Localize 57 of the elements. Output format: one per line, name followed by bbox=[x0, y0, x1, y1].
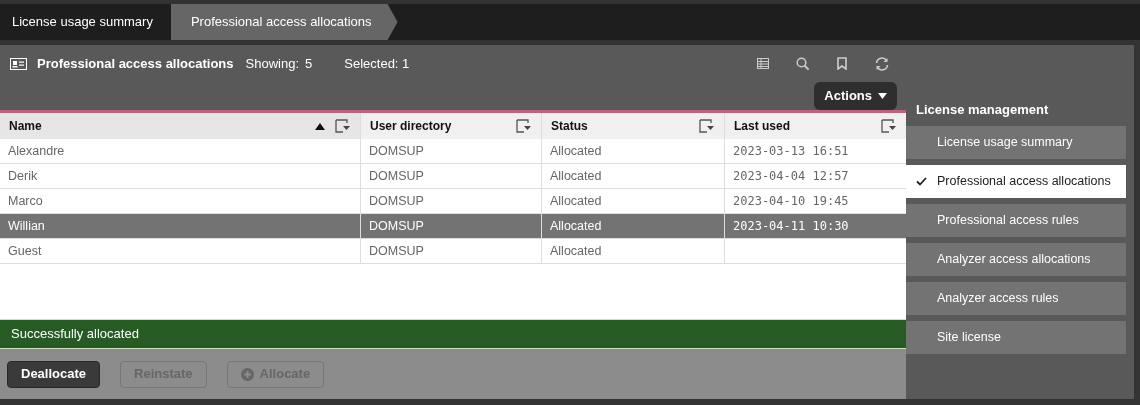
table-cell-text: DOMSUP bbox=[369, 217, 424, 235]
filter-icon[interactable] bbox=[881, 119, 897, 133]
table-row[interactable]: Guest DOMSUP Allocated bbox=[0, 239, 906, 264]
table-cell-text: DOMSUP bbox=[369, 142, 424, 160]
id-card-icon bbox=[10, 57, 27, 70]
panel-title: Professional access allocations bbox=[37, 54, 234, 73]
caret-icon bbox=[878, 93, 887, 99]
table-cell-text: Allocated bbox=[550, 192, 602, 210]
showing-label: Showing: bbox=[245, 54, 300, 73]
table-row[interactable]: Alexandre DOMSUP Allocated 2023-03-13 16:51 bbox=[0, 139, 906, 164]
sidebar-item[interactable]: Professional access allocations bbox=[906, 165, 1126, 198]
search-icon[interactable] bbox=[796, 56, 810, 71]
sidebar-title: License management bbox=[915, 101, 1050, 120]
table-cell-text: Alexandre bbox=[8, 142, 65, 160]
column-label: Last used bbox=[734, 118, 790, 135]
table-cell-text: 2023-04-04 12:57 bbox=[733, 168, 849, 185]
success-message: Successfully allocated bbox=[0, 319, 906, 349]
filter-icon[interactable] bbox=[516, 119, 532, 133]
sidebar-item[interactable]: License usage summary bbox=[906, 126, 1126, 159]
breadcrumb[interactable]: Professional access allocations bbox=[170, 4, 398, 40]
sidebar-item[interactable]: Professional access rules bbox=[906, 204, 1126, 237]
column-header[interactable]: Last used bbox=[725, 113, 906, 139]
table-row[interactable]: Derik DOMSUP Allocated 2023-04-04 12:57 bbox=[0, 164, 906, 189]
table-cell-text: Allocated bbox=[550, 217, 602, 235]
actions-button[interactable]: Actions bbox=[814, 82, 897, 110]
table-cell-text: Derik bbox=[8, 167, 38, 185]
column-label: User directory bbox=[370, 118, 452, 135]
column-label: Name bbox=[9, 118, 42, 135]
plus-icon bbox=[240, 367, 254, 381]
table-cell-text: 2023-03-13 16:51 bbox=[733, 143, 849, 160]
filter-icon[interactable] bbox=[699, 119, 715, 133]
column-label: Status bbox=[551, 118, 588, 135]
table-cell-text: Allocated bbox=[550, 142, 602, 160]
table-cell-text: 2023-04-10 19:45 bbox=[733, 193, 849, 210]
table-row[interactable]: Willian DOMSUP Allocated 2023-04-11 10:30 bbox=[0, 214, 906, 239]
filter-icon[interactable] bbox=[335, 119, 351, 133]
table-cell-text: Guest bbox=[8, 242, 42, 260]
sidebar-item[interactable]: Analyzer access rules bbox=[906, 282, 1126, 315]
table-cell-text: DOMSUP bbox=[369, 192, 424, 210]
table-cell-text: 2023-04-11 10:30 bbox=[733, 218, 849, 235]
table-row[interactable]: Marco DOMSUP Allocated 2023-04-10 19:45 bbox=[0, 189, 906, 214]
check-icon bbox=[916, 177, 927, 186]
action-button[interactable]: Deallocate bbox=[7, 360, 101, 388]
table-cell-text: DOMSUP bbox=[369, 167, 424, 185]
refresh-icon[interactable] bbox=[874, 56, 890, 71]
table-cell-text: Willian bbox=[8, 217, 45, 235]
table-cell-text: Allocated bbox=[550, 242, 602, 260]
table-cell-text: Marco bbox=[8, 192, 43, 210]
table-icon[interactable] bbox=[757, 58, 769, 69]
bookmark-icon[interactable] bbox=[837, 57, 847, 70]
sidebar-item[interactable]: Analyzer access allocations bbox=[906, 243, 1126, 276]
column-header[interactable]: Name bbox=[0, 113, 361, 139]
sidebar-item[interactable]: Site license bbox=[906, 321, 1126, 354]
table-cell-text: Allocated bbox=[550, 167, 602, 185]
selected-count: Selected: 1 bbox=[344, 54, 410, 73]
table-cell-text: DOMSUP bbox=[369, 242, 424, 260]
showing-count: 5 bbox=[305, 54, 313, 73]
